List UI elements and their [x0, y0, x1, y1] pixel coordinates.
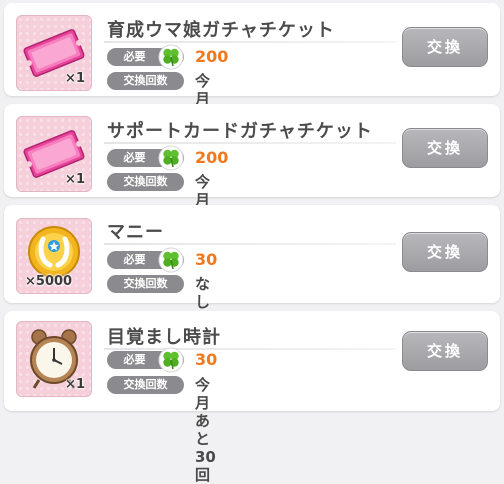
item-cost: 200: [195, 47, 229, 66]
divider: [104, 243, 396, 245]
item-cost: 30: [195, 350, 218, 369]
exchange-item-card: ×5000 マニー 必要 30 交換回数 なし 交換: [4, 205, 500, 311]
clover-icon: [158, 44, 184, 70]
item-thumbnail: ×5000: [16, 218, 92, 294]
item-thumbnail: ×1: [16, 116, 92, 192]
exchange-item-card: ×1 目覚まし時計 必要 30 交換回数 今月あと30回 交換: [4, 311, 500, 484]
clover-icon: [158, 347, 184, 373]
divider: [104, 41, 396, 43]
divider: [104, 142, 396, 144]
item-thumbnail: ×1: [16, 321, 92, 397]
item-cost: 30: [195, 250, 218, 269]
item-title: 育成ウマ娘ガチャチケット: [107, 20, 335, 41]
exchange-count-label: 交換回数: [107, 173, 184, 191]
item-thumbnail: ×1: [16, 15, 92, 91]
exchange-button[interactable]: 交換: [402, 27, 488, 67]
item-cost: 200: [195, 148, 229, 167]
item-quantity: ×5000: [25, 274, 73, 289]
clover-icon: [158, 145, 184, 171]
item-title: マニー: [107, 222, 164, 243]
exchange-count-label: 交換回数: [107, 376, 184, 394]
exchange-button[interactable]: 交換: [402, 331, 488, 371]
exchange-limit: 今月あと30回: [195, 376, 216, 484]
divider: [104, 348, 396, 350]
exchange-button[interactable]: 交換: [402, 128, 488, 168]
item-quantity: ×1: [65, 71, 85, 86]
exchange-count-label: 交換回数: [107, 72, 184, 90]
exchange-item-card: ×1 サポートカードガチャチケット 必要 200 交換回数 今月あと2回 交換: [4, 104, 500, 281]
item-quantity: ×1: [65, 377, 85, 392]
item-title: サポートカードガチャチケット: [107, 121, 373, 142]
exchange-item-card: ×1 育成ウマ娘ガチャチケット 必要 200 交換回数 今月あと2回 交換: [4, 3, 500, 180]
clover-icon: [158, 247, 184, 273]
exchange-count-label: 交換回数: [107, 275, 184, 293]
item-title: 目覚まし時計: [107, 327, 221, 348]
exchange-limit: なし: [195, 275, 211, 311]
item-quantity: ×1: [65, 172, 85, 187]
exchange-button[interactable]: 交換: [402, 232, 488, 272]
